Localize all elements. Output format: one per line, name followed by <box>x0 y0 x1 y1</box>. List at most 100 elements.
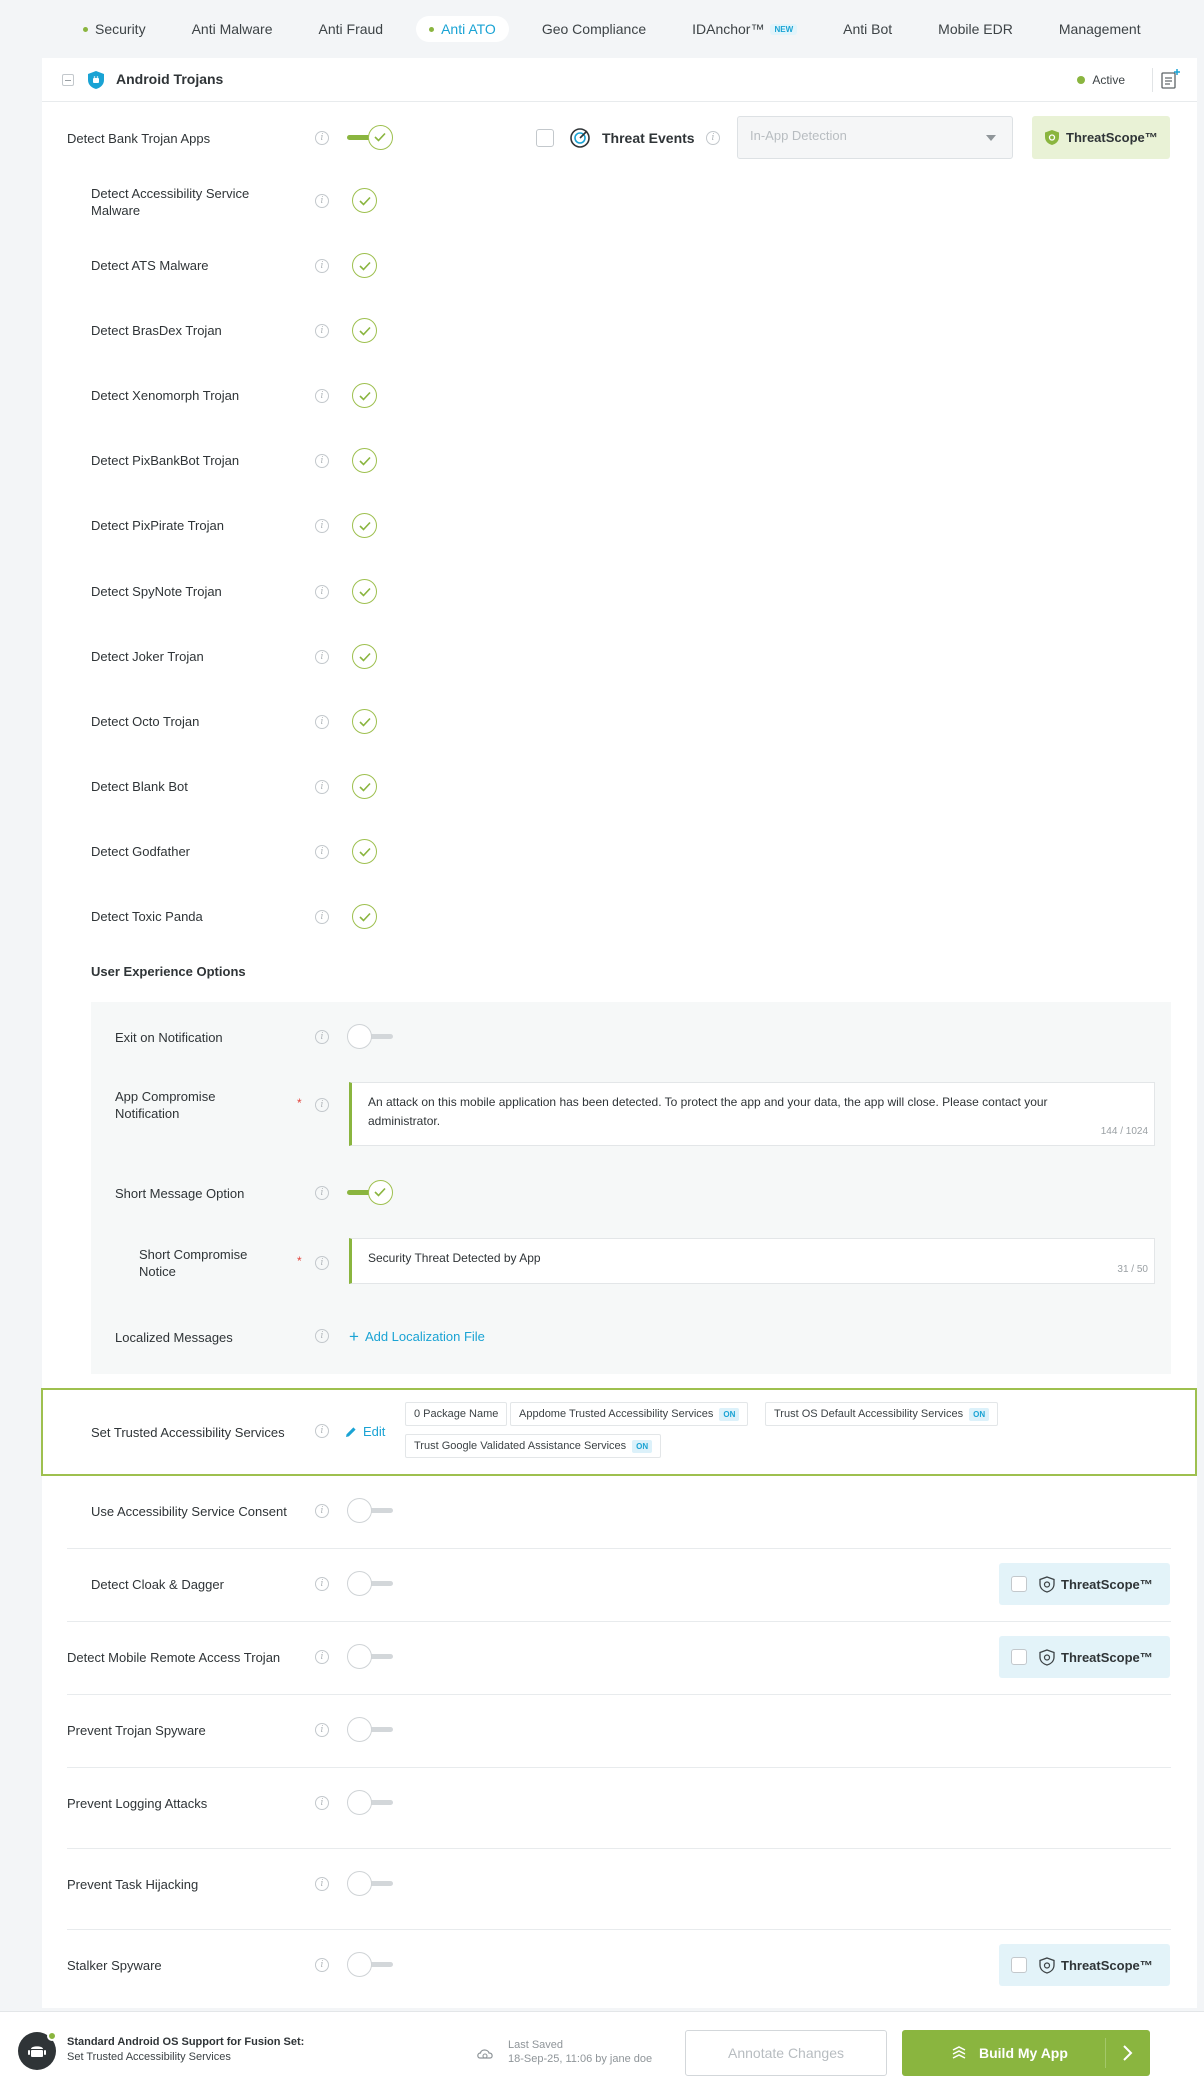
info-icon[interactable]: i <box>315 650 329 664</box>
sub-option-check[interactable] <box>352 318 377 343</box>
info-icon[interactable]: i <box>315 519 329 533</box>
sub-option-check[interactable] <box>352 774 377 799</box>
info-icon[interactable]: i <box>315 1723 329 1737</box>
sub-option-check[interactable] <box>352 188 377 213</box>
info-icon[interactable]: i <box>315 1577 329 1591</box>
info-icon[interactable]: i <box>315 780 329 794</box>
in-app-detection-dropdown[interactable]: In-App Detection <box>737 116 1013 159</box>
info-icon[interactable]: i <box>315 1504 329 1518</box>
sub-option-check[interactable] <box>352 448 377 473</box>
info-icon[interactable]: i <box>315 1098 329 1112</box>
info-icon[interactable]: i <box>315 715 329 729</box>
tab-idanchor[interactable]: IDAnchor™ NEW <box>679 16 810 42</box>
on-badge: ON <box>969 1407 990 1421</box>
threatscope-checkbox[interactable] <box>1011 1576 1027 1592</box>
new-badge: NEW <box>770 23 798 35</box>
info-icon[interactable]: i <box>315 1186 329 1200</box>
accessibility-consent-toggle[interactable] <box>347 1498 393 1523</box>
chevron-right-icon[interactable] <box>1121 2043 1133 2063</box>
add-localization-link[interactable]: + Add Localization File <box>349 1328 485 1345</box>
check-icon <box>359 196 371 206</box>
info-icon[interactable]: i <box>315 389 329 403</box>
info-icon[interactable]: i <box>315 1877 329 1891</box>
threatscope-button[interactable]: ThreatScope™ <box>999 1636 1170 1678</box>
short-compromise-notice-label: Short Compromise Notice <box>139 1247 248 1279</box>
toggle-knob <box>347 1571 372 1596</box>
check-icon <box>359 391 371 401</box>
tab-label: Security <box>95 21 146 37</box>
sub-option-check[interactable] <box>352 579 377 604</box>
info-icon[interactable]: i <box>315 1796 329 1810</box>
edit-trusted-button[interactable]: Edit <box>345 1424 385 1439</box>
package-name-chip: 0 Package Name <box>405 1402 508 1426</box>
info-icon[interactable]: i <box>315 324 329 338</box>
threatscope-button[interactable]: ThreatScope™ <box>1032 116 1170 159</box>
notes-add-icon[interactable] <box>1159 68 1181 90</box>
threat-events-checkbox[interactable] <box>536 129 554 147</box>
ux-section-title: User Experience Options <box>91 964 246 979</box>
app-compromise-textarea[interactable]: An attack on this mobile application has… <box>349 1082 1155 1146</box>
detect-bank-trojan-toggle[interactable] <box>347 125 393 150</box>
tab-dot <box>429 26 435 32</box>
exit-on-notification-toggle[interactable] <box>347 1024 393 1049</box>
info-icon[interactable]: i <box>315 845 329 859</box>
build-my-app-button[interactable]: Build My App <box>902 2030 1150 2076</box>
tab-security[interactable]: Security <box>70 16 159 42</box>
info-icon[interactable]: i <box>315 910 329 924</box>
info-icon[interactable]: i <box>315 259 329 273</box>
info-icon[interactable]: i <box>315 131 329 145</box>
tab-anti-ato[interactable]: Anti ATO <box>416 16 509 42</box>
threatscope-button[interactable]: ThreatScope™ <box>999 1563 1170 1605</box>
tab-management[interactable]: Management <box>1046 16 1154 42</box>
sub-option-check[interactable] <box>352 709 377 734</box>
info-icon[interactable]: i <box>315 1329 329 1343</box>
info-icon[interactable]: i <box>315 585 329 599</box>
tab-anti-bot[interactable]: Anti Bot <box>830 16 905 42</box>
check-icon <box>374 132 386 142</box>
tab-label: Anti Bot <box>843 21 893 37</box>
threatscope-button[interactable]: ThreatScope™ <box>999 1944 1170 1986</box>
tab-mobile-edr[interactable]: Mobile EDR <box>925 16 1026 42</box>
collapse-toggle-icon[interactable] <box>62 74 74 86</box>
tab-anti-fraud[interactable]: Anti Fraud <box>306 16 397 42</box>
detect-mobile-rat-toggle[interactable] <box>347 1644 393 1669</box>
sub-option-check[interactable] <box>352 253 377 278</box>
annotate-changes-button[interactable]: Annotate Changes <box>685 2030 887 2076</box>
sub-option-check[interactable] <box>352 383 377 408</box>
threatscope-shield-icon <box>1039 1956 1055 1974</box>
edit-label: Edit <box>363 1424 386 1439</box>
info-icon[interactable]: i <box>315 1958 329 1972</box>
row-divider <box>67 1694 1171 1695</box>
info-icon[interactable]: i <box>315 1030 329 1044</box>
info-icon[interactable]: i <box>315 1650 329 1664</box>
status-dot <box>47 2031 57 2041</box>
info-icon[interactable]: i <box>706 131 720 145</box>
stalker-spyware-toggle[interactable] <box>347 1952 393 1977</box>
check-icon <box>359 456 371 466</box>
sub-option-check[interactable] <box>352 644 377 669</box>
android-glyph-icon <box>28 2046 46 2057</box>
check-icon <box>359 326 371 336</box>
sub-option-check[interactable] <box>352 513 377 538</box>
tab-geo-compliance[interactable]: Geo Compliance <box>529 16 659 42</box>
radar-icon <box>570 128 590 148</box>
info-icon[interactable]: i <box>315 1424 329 1438</box>
short-compromise-input[interactable]: Security Threat Detected by App 31 / 50 <box>349 1238 1155 1284</box>
sub-option-check[interactable] <box>352 904 377 929</box>
threatscope-checkbox[interactable] <box>1011 1649 1027 1665</box>
detect-cloak-dagger-toggle[interactable] <box>347 1571 393 1596</box>
tab-anti-malware[interactable]: Anti Malware <box>179 16 286 42</box>
prevent-task-hijacking-toggle[interactable] <box>347 1871 393 1896</box>
appdome-trusted-chip: Appdome Trusted Accessibility Services ON <box>510 1402 749 1426</box>
prevent-logging-attacks-toggle[interactable] <box>347 1790 393 1815</box>
prevent-logging-attacks-label: Prevent Logging Attacks <box>67 1796 208 1811</box>
short-message-option-toggle[interactable] <box>347 1180 393 1205</box>
sub-option-check[interactable] <box>352 839 377 864</box>
info-icon[interactable]: i <box>315 194 329 208</box>
info-icon[interactable]: i <box>315 454 329 468</box>
info-icon[interactable]: i <box>315 1256 329 1270</box>
on-badge: ON <box>632 1439 653 1453</box>
char-counter: 31 / 50 <box>1117 1264 1148 1275</box>
threatscope-checkbox[interactable] <box>1011 1957 1027 1973</box>
prevent-trojan-spyware-toggle[interactable] <box>347 1717 393 1742</box>
